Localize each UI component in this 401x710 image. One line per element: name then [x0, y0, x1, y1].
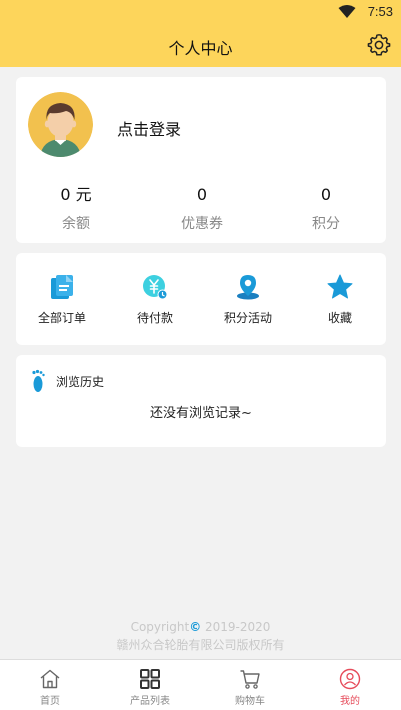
- tab-product-list[interactable]: 产品列表: [100, 660, 200, 710]
- points-label: 积分: [312, 216, 340, 232]
- menu-label-favorites: 收藏: [327, 311, 352, 325]
- menu-item-all-orders[interactable]: 全部订单: [16, 273, 108, 326]
- avatar[interactable]: [28, 92, 93, 157]
- points-value: 0: [320, 185, 332, 204]
- user-circle-icon: [339, 668, 361, 690]
- tab-label-product-list: 产品列表: [130, 696, 170, 707]
- history-title: 浏览历史: [56, 375, 105, 389]
- coupons-label: 优惠券: [181, 216, 223, 232]
- order-menu-card: 全部订单 待付款 积分活动 收藏: [16, 253, 386, 345]
- home-icon: [40, 669, 60, 689]
- gear-icon[interactable]: [367, 33, 391, 57]
- tab-label-cart: 购物车: [235, 696, 265, 707]
- copyright-line: Copyright© 2019-2020: [0, 618, 401, 636]
- yen-pending-icon: [143, 275, 168, 300]
- copyright-years: 2019-2020: [201, 620, 271, 634]
- wifi-icon: [338, 5, 356, 18]
- clock: 7:53: [367, 4, 393, 19]
- menu-item-points-activity[interactable]: 积分活动: [202, 273, 294, 326]
- tab-label-home: 首页: [40, 696, 60, 707]
- bottom-tab-bar: 首页 产品列表 购物车 我的: [0, 659, 401, 710]
- menu-label-pending-payment: 待付款: [136, 311, 173, 325]
- stat-coupons[interactable]: 0 优惠券: [147, 184, 257, 233]
- balance-label: 余额: [62, 216, 90, 232]
- header-bar: 个人中心: [0, 24, 401, 67]
- tab-label-mine: 我的: [340, 696, 360, 707]
- location-pin-icon: [237, 275, 259, 300]
- stat-balance[interactable]: 0 元 余额: [21, 184, 131, 233]
- cart-icon: [240, 670, 260, 689]
- profile-card: 点击登录 0 元 余额 0 优惠券 0 积分: [16, 77, 386, 243]
- stat-points[interactable]: 0 积分: [271, 184, 381, 233]
- menu-item-pending-payment[interactable]: 待付款: [109, 273, 201, 326]
- tab-home[interactable]: 首页: [0, 660, 100, 710]
- status-bar: 7:53: [0, 0, 401, 24]
- copyright-mark: ©: [189, 620, 202, 634]
- login-link[interactable]: 点击登录: [117, 116, 181, 140]
- footprint-icon: [32, 369, 45, 392]
- copyright-prefix: Copyright: [130, 620, 190, 634]
- company-name: 赣州众合轮胎有限公司版权所有: [116, 638, 285, 652]
- orders-icon: [51, 275, 73, 299]
- copyright-footer: Copyright© 2019-2020 赣州众合轮胎有限公司版权所有: [0, 618, 401, 654]
- star-icon: [327, 274, 353, 299]
- menu-item-favorites[interactable]: 收藏: [294, 273, 386, 326]
- tab-cart[interactable]: 购物车: [200, 660, 300, 710]
- coupons-value: 0: [196, 185, 208, 204]
- menu-label-points-activity: 积分活动: [223, 311, 272, 325]
- page-title: 个人中心: [168, 39, 233, 58]
- history-empty-text: 还没有浏览记录~: [150, 406, 252, 421]
- menu-label-all-orders: 全部订单: [37, 311, 86, 325]
- balance-value: 0 元: [60, 185, 92, 204]
- avatar-icon: [28, 92, 93, 157]
- tab-mine[interactable]: 我的: [300, 660, 400, 710]
- browse-history-card: 浏览历史 还没有浏览记录~: [16, 355, 386, 447]
- grid-icon: [140, 669, 160, 689]
